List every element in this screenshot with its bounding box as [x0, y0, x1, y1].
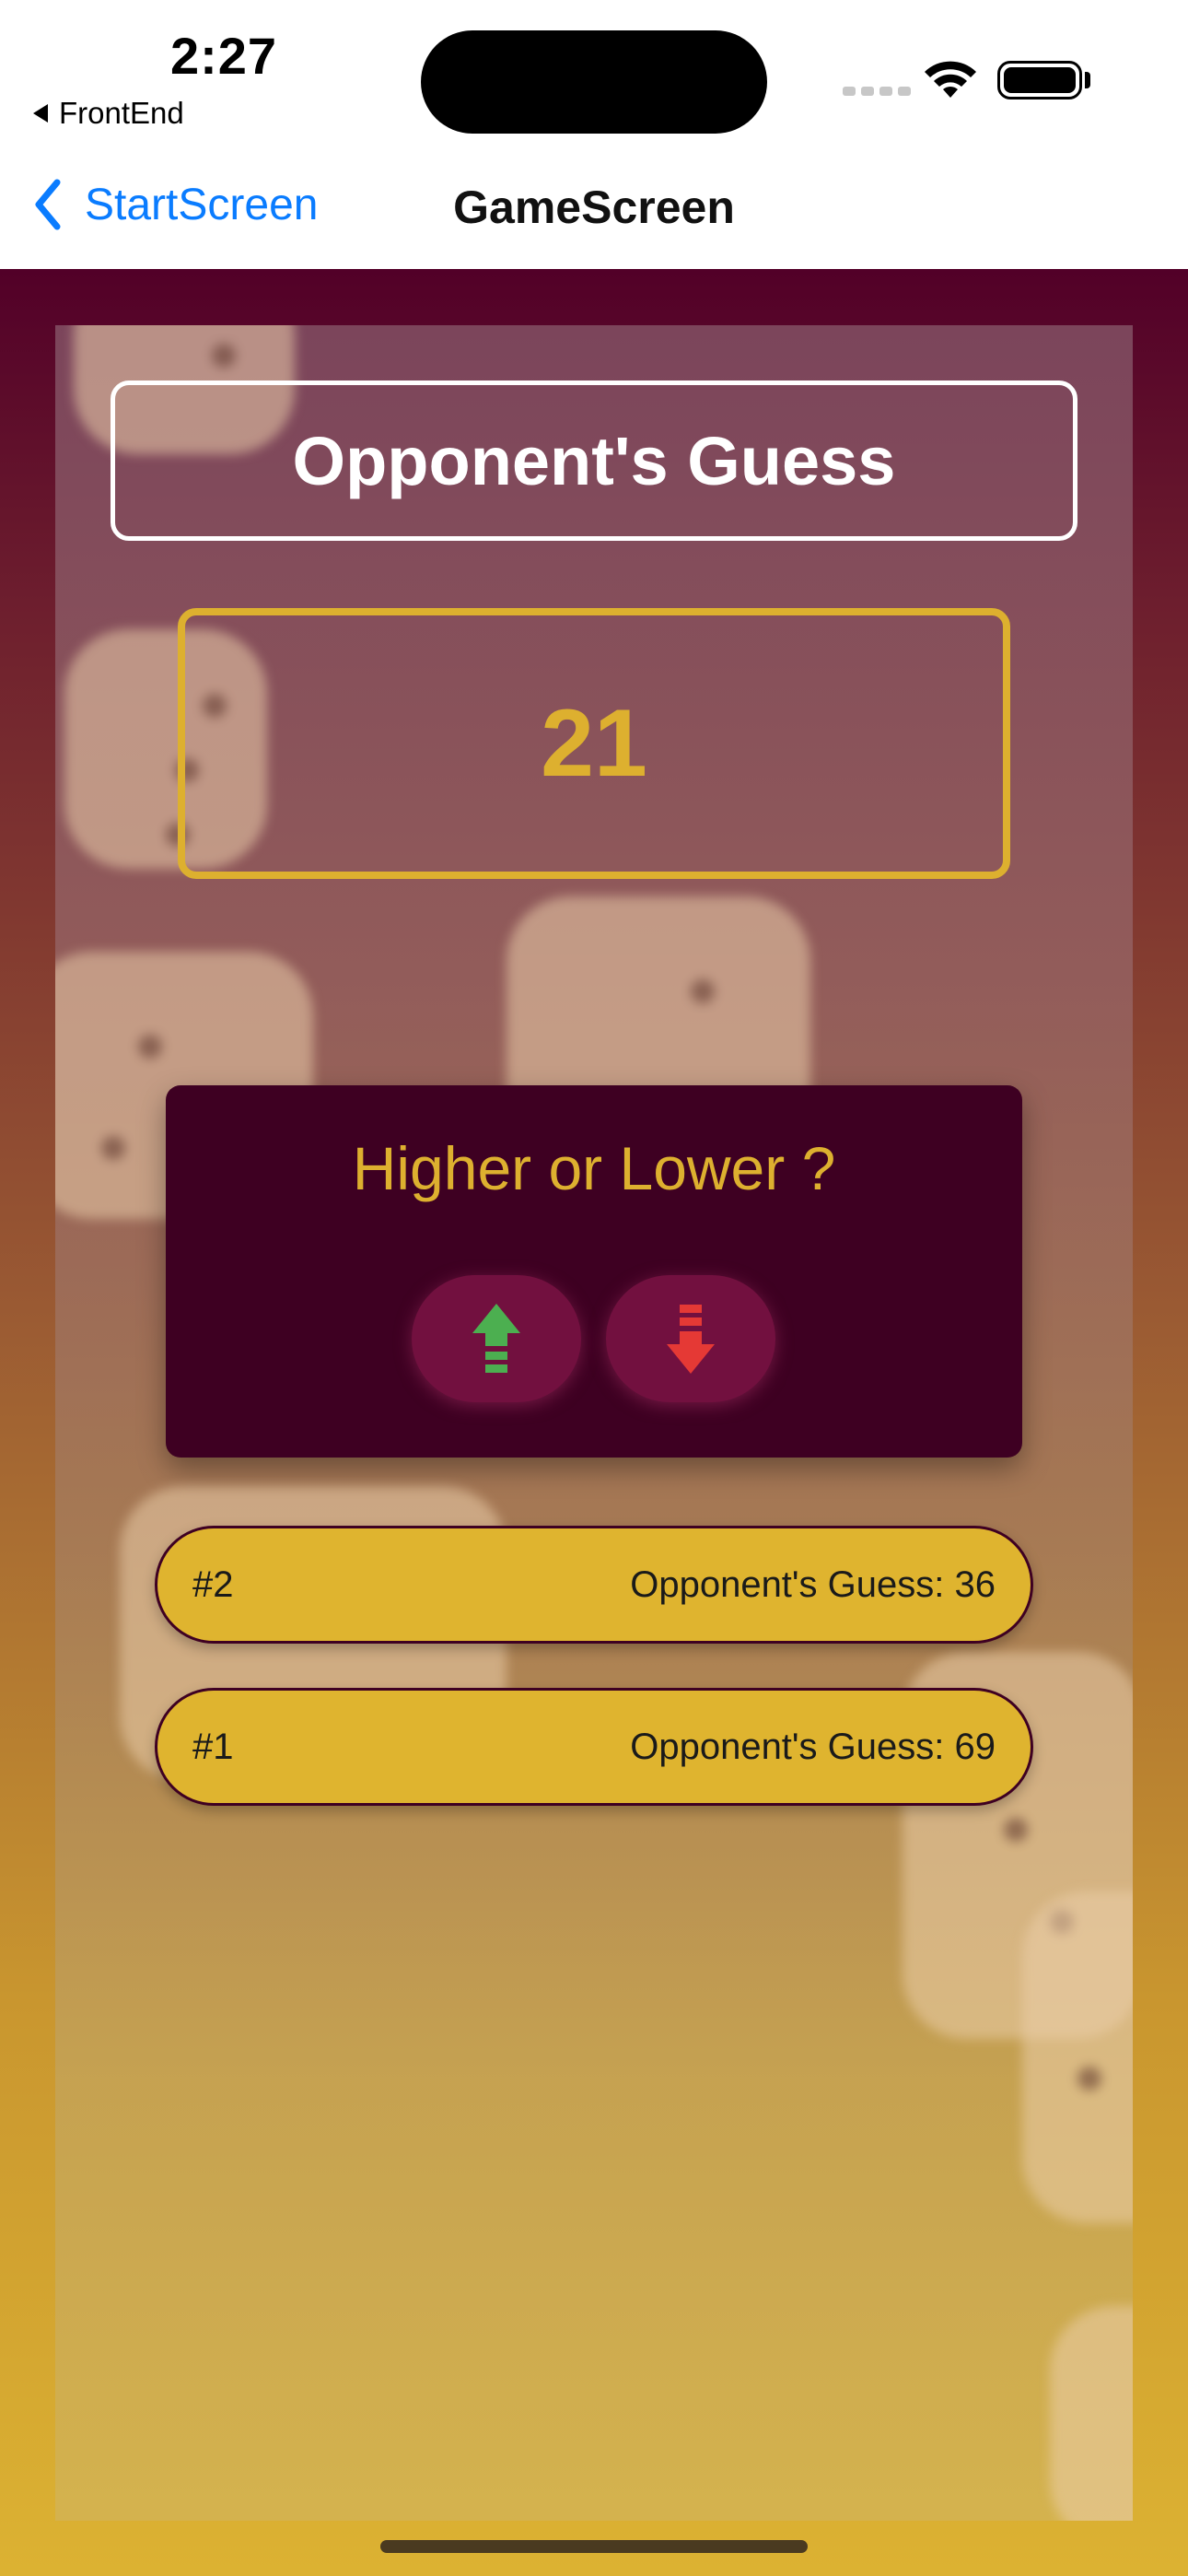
nav-title: GameScreen — [453, 181, 735, 233]
cellular-signal-icon — [843, 87, 911, 96]
guess-log-item: #1 Opponent's Guess: 69 — [155, 1688, 1033, 1806]
back-triangle-icon — [33, 104, 48, 123]
guess-log-text: Opponent's Guess: 69 — [630, 1726, 996, 1767]
dynamic-island — [421, 30, 767, 134]
higher-button[interactable] — [412, 1275, 581, 1402]
screen-title-box: Opponent's Guess — [111, 381, 1077, 541]
home-indicator[interactable] — [380, 2540, 808, 2553]
guess-round-number: #1 — [192, 1726, 234, 1767]
chevron-left-icon — [35, 179, 61, 230]
guess-log-item: #2 Opponent's Guess: 36 — [155, 1526, 1033, 1644]
higher-lower-card: Higher or Lower ? — [166, 1085, 1022, 1458]
wifi-icon — [925, 61, 976, 98]
status-time: 2:27 — [169, 27, 278, 85]
current-guess-value: 21 — [541, 689, 647, 797]
return-app-label: FrontEnd — [59, 96, 184, 130]
current-guess-box: 21 — [178, 608, 1010, 879]
return-to-app-link[interactable]: FrontEnd — [33, 96, 184, 131]
screen-title: Opponent's Guess — [292, 422, 896, 499]
lower-button[interactable] — [606, 1275, 775, 1402]
guess-log-text: Opponent's Guess: 36 — [630, 1563, 996, 1605]
status-bar: 2:27 FrontEnd — [0, 0, 1188, 147]
navigation-bar: StartScreen GameScreen — [0, 147, 1188, 269]
back-button-label: StartScreen — [85, 180, 319, 229]
higher-lower-prompt: Higher or Lower ? — [352, 1134, 836, 1202]
back-button[interactable]: StartScreen — [33, 179, 318, 230]
guess-round-number: #2 — [192, 1563, 234, 1605]
arrow-down-icon — [667, 1305, 715, 1374]
battery-icon — [997, 61, 1082, 100]
arrow-up-icon — [472, 1304, 520, 1373]
